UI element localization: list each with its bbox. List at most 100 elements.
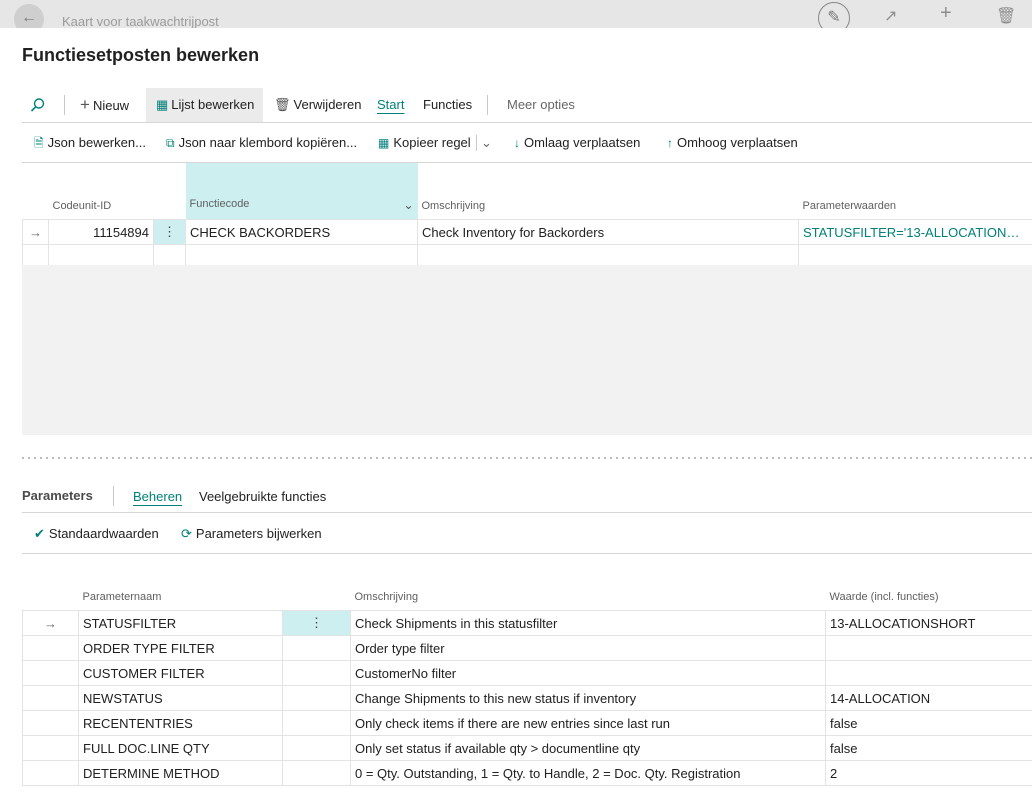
edit-pencil-icon[interactable]: ✎ [818, 2, 850, 28]
delete-icon[interactable]: 🗑 [996, 6, 1016, 26]
empty-cell[interactable] [282, 710, 351, 736]
param-name-cell[interactable]: DETERMINE METHOD [78, 760, 283, 786]
defaults-button[interactable]: ✔ Standaardwaarden [34, 519, 159, 549]
grid-empty-area [22, 265, 1032, 435]
row-selector[interactable] [22, 635, 79, 661]
param-value-cell[interactable]: 13-ALLOCATIONSHORT [825, 610, 1032, 636]
description-cell[interactable]: Check Inventory for Backorders [417, 219, 799, 245]
chevron-down-icon[interactable]: ⌄ [481, 128, 492, 158]
table-row[interactable]: CUSTOMER FILTER CustomerNo filter [22, 660, 1032, 686]
param-name-cell[interactable]: RECENTENTRIES [78, 710, 283, 736]
param-description-cell[interactable]: 0 = Qty. Outstanding, 1 = Qty. to Handle… [350, 760, 826, 786]
header-cell [23, 163, 49, 220]
table-row[interactable]: DETERMINE METHOD 0 = Qty. Outstanding, 1… [22, 760, 1032, 786]
table-row[interactable]: RECENTENTRIES Only check items if there … [22, 710, 1032, 736]
row-selector[interactable] [22, 760, 79, 786]
parameters-grid: Parameternaam Omschrijving Waarde (incl.… [22, 554, 1032, 786]
param-description-cell[interactable]: Only set status if available qty > docum… [350, 735, 826, 761]
update-parameters-button[interactable]: ⟳ Parameters bijwerken [181, 519, 322, 549]
divider [22, 122, 1032, 123]
col-param-value[interactable]: Waarde (incl. functies) [826, 554, 1032, 611]
more-options-button[interactable]: Meer opties [507, 88, 575, 122]
row-selector[interactable] [22, 660, 79, 686]
lines-header-row: Codeunit-ID Functiecode ⌄ Omschrijving Pa… [23, 163, 1032, 220]
empty-cell[interactable] [282, 685, 351, 711]
param-values-cell[interactable]: STATUSFILTER='13-ALLOCATIONSHOR... [798, 219, 1032, 245]
param-name-cell[interactable]: STATUSFILTER [78, 610, 283, 636]
splitter-handle[interactable] [22, 457, 1032, 459]
param-name-cell[interactable]: NEWSTATUS [78, 685, 283, 711]
row-selector[interactable] [22, 685, 79, 711]
top-bar: ← Kaart voor taakwachtrijpost ✎ ↗ + 🗑 [0, 0, 1032, 28]
tab-functions[interactable]: Functies [423, 88, 472, 122]
tab-frequent-functions[interactable]: Veelgebruikte functies [199, 489, 326, 504]
param-name-cell[interactable]: CUSTOMER FILTER [78, 660, 283, 686]
param-value-cell[interactable] [825, 660, 1032, 686]
parent-page-title: Kaart voor taakwachtrijpost [62, 14, 219, 28]
empty-cell[interactable] [282, 735, 351, 761]
divider [113, 486, 114, 506]
add-icon[interactable]: + [940, 2, 952, 25]
table-row[interactable]: NEWSTATUS Change Shipments to this new s… [22, 685, 1032, 711]
param-description-cell[interactable]: CustomerNo filter [350, 660, 826, 686]
tab-start[interactable]: Start [377, 88, 404, 122]
tab-manage[interactable]: Beheren [133, 489, 182, 504]
col-function-code[interactable]: Functiecode ⌄ [185, 163, 418, 220]
header-cell [283, 554, 351, 611]
param-description-cell[interactable]: Check Shipments in this statusfilter [350, 610, 826, 636]
move-down-button[interactable]: ↓ Omlaag verplaatsen [514, 128, 640, 158]
col-codeunit-id[interactable]: Codeunit-ID [49, 163, 154, 220]
param-value-cell[interactable]: 14-ALLOCATION [825, 685, 1032, 711]
param-value-cell[interactable]: 2 [825, 760, 1032, 786]
share-icon[interactable]: ↗ [884, 6, 897, 26]
param-name-cell[interactable]: ORDER TYPE FILTER [78, 635, 283, 661]
param-description-cell[interactable]: Order type filter [350, 635, 826, 661]
empty-cell[interactable] [282, 660, 351, 686]
divider [476, 135, 477, 151]
empty-cell[interactable] [282, 760, 351, 786]
delete-button[interactable]: 🗑 Verwijderen [274, 88, 361, 122]
chevron-down-icon[interactable]: ⌄ [403, 198, 413, 212]
table-row[interactable]: ORDER TYPE FILTER Order type filter [22, 635, 1032, 661]
empty-cell[interactable] [282, 635, 351, 661]
row-arrow-icon[interactable]: → [22, 610, 79, 636]
json-edit-button[interactable]: 🗎 Json bewerken... [34, 128, 146, 158]
page-title: Functiesetposten bewerken [22, 45, 260, 65]
col-param-description[interactable]: Omschrijving [351, 554, 826, 611]
json-copy-button[interactable]: ⧉ Json naar klembord kopiëren... [166, 128, 357, 158]
param-value-cell[interactable]: false [825, 735, 1032, 761]
copy-icon: ⧉ [166, 136, 175, 150]
param-name-cell[interactable]: FULL DOC.LINE QTY [78, 735, 283, 761]
back-arrow-icon[interactable]: ← [14, 4, 44, 28]
new-button[interactable]: + Nieuw [80, 88, 129, 122]
param-description-cell[interactable]: Change Shipments to this new status if i… [350, 685, 826, 711]
row-menu-icon[interactable]: ⋮ [153, 219, 186, 245]
move-up-button[interactable]: ↑ Omhoog verplaatsen [667, 128, 798, 158]
check-circle-icon: ✔ [34, 526, 45, 541]
row-selector[interactable] [22, 735, 79, 761]
lines-grid: Codeunit-ID Functiecode ⌄ Omschrijving Pa… [22, 163, 1032, 270]
row-selector[interactable] [22, 710, 79, 736]
search-icon[interactable] [30, 88, 52, 122]
codeunit-id-cell[interactable]: 11154894 [48, 219, 154, 245]
row-arrow-icon[interactable]: → [22, 219, 49, 245]
param-value-cell[interactable]: false [825, 710, 1032, 736]
table-row[interactable]: FULL DOC.LINE QTY Only set status if ava… [22, 735, 1032, 761]
edit-list-button[interactable]: ▦ Lijst bewerken [146, 88, 263, 122]
refresh-icon: ⟳ [181, 526, 192, 541]
table-row[interactable]: → 11154894 ⋮ CHECK BACKORDERS Check Inve… [22, 219, 1032, 245]
row-menu-icon[interactable]: ⋮ [282, 610, 351, 636]
copy-line-button[interactable]: ▦ Kopieer regel [378, 128, 471, 158]
edit-list-icon: ▦ [156, 97, 169, 112]
param-value-cell[interactable] [825, 635, 1032, 661]
param-description-cell[interactable]: Only check items if there are new entrie… [350, 710, 826, 736]
col-param-values[interactable]: Parameterwaarden [799, 163, 1032, 220]
parameters-title: Parameters [22, 488, 93, 503]
divider [64, 95, 65, 115]
function-code-cell[interactable]: CHECK BACKORDERS [185, 219, 418, 245]
table-row[interactable]: → STATUSFILTER ⋮ Check Shipments in this… [22, 610, 1032, 636]
col-description[interactable]: Omschrijving [418, 163, 799, 220]
header-cell [23, 554, 79, 611]
col-parameter-name[interactable]: Parameternaam [79, 554, 283, 611]
arrow-up-icon: ↑ [667, 136, 673, 150]
